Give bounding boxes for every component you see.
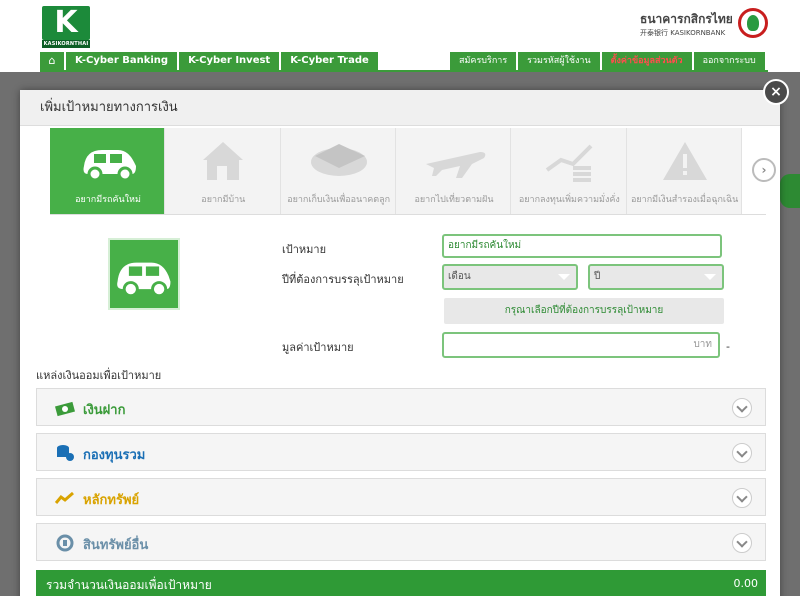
source-other-assets[interactable]: สินทรัพย์อื่น — [36, 523, 766, 561]
carousel-next-button[interactable]: › — [752, 158, 776, 182]
category-emergency[interactable]: อยากมีเงินสำรองเมื่อฉุกเฉิน — [626, 128, 742, 214]
target-year-label: ปีที่ต้องการบรรลุเป้าหมาย — [282, 273, 404, 286]
chevron-down-icon — [704, 274, 716, 280]
main-nav: ⌂ K-Cyber Banking K-Cyber Invest K-Cyber… — [40, 52, 378, 70]
savings-sources-label: แหล่งเงินออมเพื่อเป้าหมาย — [36, 369, 162, 382]
amount-unit: บาท — [693, 339, 712, 350]
category-label: อยากลงทุนเพิ่มความมั่งคั่ง — [518, 195, 620, 205]
source-name: หลักทรัพย์ — [83, 493, 140, 508]
amount-input[interactable]: บาท — [442, 332, 720, 358]
category-investment[interactable]: อยากลงทุนเพิ่มความมั่งคั่ง — [511, 128, 627, 214]
category-label: อยากไปเที่ยวตามฝัน — [414, 195, 494, 205]
category-label: อยากมีบ้าน — [201, 195, 246, 205]
refresh-icon — [56, 534, 74, 552]
amount-label: มูลค่าเป้าหมาย — [282, 341, 354, 354]
source-deposit[interactable]: เงินฝาก — [36, 388, 766, 426]
source-name: เงินฝาก — [83, 403, 126, 418]
category-child-future[interactable]: อยากเก็บเงินเพื่ออนาคตลูก — [280, 128, 396, 214]
category-new-car[interactable]: อยากมีรถคันใหม่ — [50, 128, 166, 214]
carousel-divider — [50, 214, 766, 215]
expand-chevron-icon[interactable] — [732, 398, 752, 418]
year-select[interactable]: ปี — [588, 264, 724, 290]
airplane-icon — [425, 152, 486, 178]
tab-k-cyber-invest[interactable]: K-Cyber Invest — [179, 52, 280, 70]
source-name: สินทรัพย์อื่น — [83, 538, 149, 553]
bank-name-th: ธนาคารกสิกรไทย — [640, 12, 733, 26]
merge-user-link[interactable]: รวมรหัสผู้ใช้งาน — [518, 52, 600, 70]
total-label: รวมจำนวนเงินออมเพื่อเป้าหมาย — [46, 578, 212, 592]
total-savings-bar: รวมจำนวนเงินออมเพื่อเป้าหมาย 0.00 — [36, 570, 766, 596]
category-house[interactable]: อยากมีบ้าน — [165, 128, 281, 214]
source-name: กองทุนรวม — [83, 448, 146, 463]
expand-chevron-icon[interactable] — [732, 443, 752, 463]
expand-chevron-icon[interactable] — [732, 533, 752, 553]
tab-k-cyber-trade[interactable]: K-Cyber Trade — [281, 52, 378, 70]
nav-divider — [40, 70, 768, 72]
month-select[interactable]: เดือน — [442, 264, 578, 290]
graduation-cap-icon — [310, 144, 367, 176]
kbank-logo[interactable]: K KASIKORNTHAI — [42, 6, 90, 48]
goal-input[interactable]: อยากมีรถคันใหม่ — [442, 234, 722, 258]
close-modal-button[interactable]: × — [763, 79, 789, 105]
logo-text: KASIKORNTHAI — [42, 40, 90, 48]
side-panel-toggle[interactable] — [780, 174, 800, 208]
category-label: อยากเก็บเงินเพื่ออนาคตลูก — [287, 195, 391, 205]
category-label: อยากมีเงินสำรองเมื่อฉุกเฉิน — [631, 195, 739, 205]
add-goal-modal: เพิ่มเป้าหมายทางการเงิน อยากมีรถคันใหม่ … — [20, 90, 780, 596]
growth-chart-icon — [546, 144, 593, 182]
modal-title: เพิ่มเป้าหมายทางการเงิน — [20, 90, 780, 126]
source-mutual-fund[interactable]: กองทุนรวม — [36, 433, 766, 471]
category-label: อยากมีรถคันใหม่ — [75, 195, 141, 205]
amount-suffix: - — [726, 340, 730, 353]
year-hint: กรุณาเลือกปีที่ต้องการบรรลุเป้าหมาย — [444, 298, 724, 324]
expand-chevron-icon[interactable] — [732, 488, 752, 508]
profile-settings-link[interactable]: ตั้งค่าข้อมูลส่วนตัว — [601, 52, 692, 70]
account-nav: สมัครบริการ รวมรหัสผู้ใช้งาน ตั้งค่าข้อม… — [450, 52, 765, 70]
total-value: 0.00 — [733, 577, 759, 590]
category-travel[interactable]: อยากไปเที่ยวตามฝัน — [395, 128, 512, 214]
warning-icon — [662, 142, 707, 180]
month-select-value: เดือน — [448, 271, 471, 282]
source-securities[interactable]: หลักทรัพย์ — [36, 478, 766, 516]
bank-name-en: 开泰银行 KASIKORNBANK — [640, 29, 726, 37]
home-icon[interactable]: ⌂ — [40, 52, 64, 70]
goal-label: เป้าหมาย — [282, 243, 327, 256]
logout-link[interactable]: ออกจากระบบ — [693, 52, 765, 70]
goal-category-carousel: อยากมีรถคันใหม่ อยากมีบ้าน อยากเก็บเงินเ… — [50, 128, 742, 214]
register-link[interactable]: สมัครบริการ — [450, 52, 517, 70]
bank-emblem-icon — [738, 8, 768, 38]
bank-brand: ธนาคารกสิกรไทย 开泰银行 KASIKORNBANK — [640, 8, 770, 42]
tab-k-cyber-banking[interactable]: K-Cyber Banking — [66, 52, 178, 70]
coins-icon — [57, 445, 74, 461]
bank-header: K KASIKORNTHAI ธนาคารกสิกรไทย 开泰银行 KASIK… — [0, 0, 800, 72]
selected-goal-image — [108, 238, 180, 310]
car-icon — [83, 150, 136, 182]
chevron-down-icon — [558, 274, 570, 280]
car-icon — [117, 262, 171, 298]
money-icon — [55, 401, 75, 417]
chart-icon — [55, 491, 74, 504]
k-letter-icon: K — [42, 6, 90, 40]
year-select-value: ปี — [594, 271, 601, 282]
house-icon — [203, 142, 244, 180]
